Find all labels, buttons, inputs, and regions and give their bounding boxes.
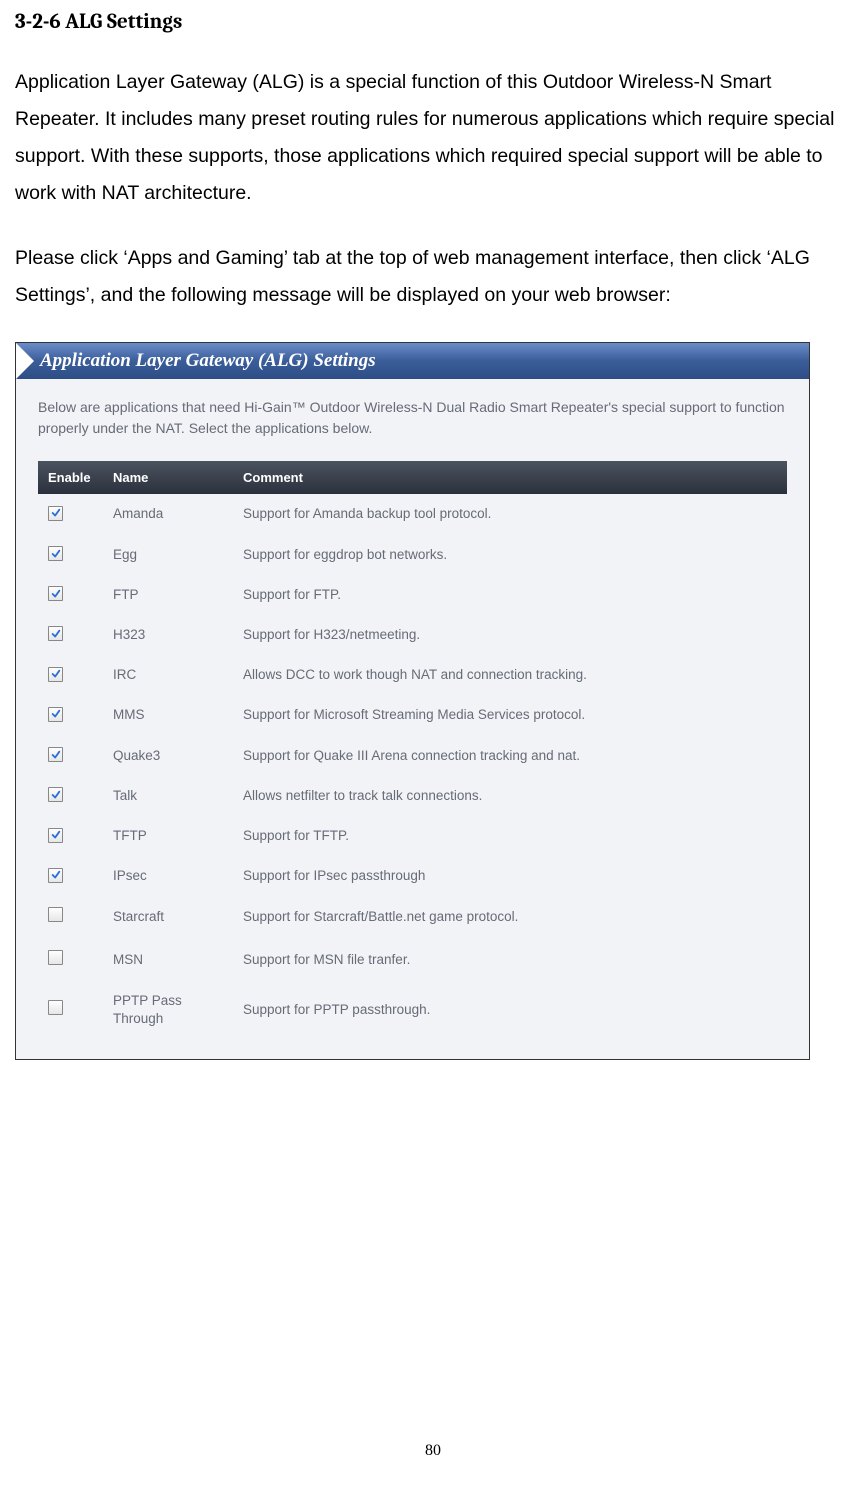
table-row: EggSupport for eggdrop bot networks. xyxy=(38,535,787,575)
cell-name: PPTP Pass Through xyxy=(103,981,233,1039)
table-row: TalkAllows netfilter to track talk conne… xyxy=(38,776,787,816)
table-row: StarcraftSupport for Starcraft/Battle.ne… xyxy=(38,896,787,938)
header-enable: Enable xyxy=(38,461,103,494)
cell-name: TFTP xyxy=(103,816,233,856)
header-name: Name xyxy=(103,461,233,494)
cell-name: IPsec xyxy=(103,856,233,896)
cell-comment: Support for PPTP passthrough. xyxy=(233,981,787,1039)
cell-comment: Support for FTP. xyxy=(233,575,787,615)
enable-checkbox[interactable] xyxy=(48,747,63,762)
cell-enable xyxy=(38,695,103,735)
cell-name: H323 xyxy=(103,615,233,655)
cell-name: FTP xyxy=(103,575,233,615)
table-header-row: Enable Name Comment xyxy=(38,461,787,494)
cell-comment: Support for Starcraft/Battle.net game pr… xyxy=(233,896,787,938)
table-row: IPsecSupport for IPsec passthrough xyxy=(38,856,787,896)
cell-enable xyxy=(38,776,103,816)
table-row: Quake3Support for Quake III Arena connec… xyxy=(38,736,787,776)
cell-name: IRC xyxy=(103,655,233,695)
cell-enable xyxy=(38,856,103,896)
intro-paragraph-1: Application Layer Gateway (ALG) is a spe… xyxy=(15,64,851,212)
cell-name: Starcraft xyxy=(103,896,233,938)
table-row: TFTPSupport for TFTP. xyxy=(38,816,787,856)
enable-checkbox[interactable] xyxy=(48,626,63,641)
enable-checkbox[interactable] xyxy=(48,707,63,722)
panel-banner: Application Layer Gateway (ALG) Settings xyxy=(16,343,809,379)
cell-enable xyxy=(38,981,103,1039)
enable-checkbox[interactable] xyxy=(48,586,63,601)
enable-checkbox[interactable] xyxy=(48,828,63,843)
cell-comment: Support for Quake III Arena connection t… xyxy=(233,736,787,776)
cell-enable xyxy=(38,535,103,575)
cell-comment: Support for H323/netmeeting. xyxy=(233,615,787,655)
enable-checkbox[interactable] xyxy=(48,950,63,965)
cell-enable xyxy=(38,896,103,938)
cell-comment: Support for Amanda backup tool protocol. xyxy=(233,494,787,534)
cell-enable xyxy=(38,615,103,655)
cell-comment: Support for Microsoft Streaming Media Se… xyxy=(233,695,787,735)
panel-description: Below are applications that need Hi-Gain… xyxy=(38,397,787,439)
cell-name: MMS xyxy=(103,695,233,735)
banner-arrow-icon xyxy=(16,343,34,379)
section-heading: 3-2-6 ALG Settings xyxy=(15,10,851,34)
page-number: 80 xyxy=(0,1442,866,1460)
cell-enable xyxy=(38,655,103,695)
cell-name: Amanda xyxy=(103,494,233,534)
cell-comment: Allows DCC to work though NAT and connec… xyxy=(233,655,787,695)
panel-body: Below are applications that need Hi-Gain… xyxy=(16,379,809,1059)
alg-settings-screenshot: Application Layer Gateway (ALG) Settings… xyxy=(15,342,810,1060)
table-row: AmandaSupport for Amanda backup tool pro… xyxy=(38,494,787,534)
alg-table: Enable Name Comment AmandaSupport for Am… xyxy=(38,461,787,1039)
cell-comment: Support for TFTP. xyxy=(233,816,787,856)
cell-name: MSN xyxy=(103,939,233,981)
cell-name: Quake3 xyxy=(103,736,233,776)
cell-enable xyxy=(38,575,103,615)
enable-checkbox[interactable] xyxy=(48,506,63,521)
enable-checkbox[interactable] xyxy=(48,1000,63,1015)
panel-title: Application Layer Gateway (ALG) Settings xyxy=(40,350,376,372)
cell-comment: Support for MSN file tranfer. xyxy=(233,939,787,981)
enable-checkbox[interactable] xyxy=(48,907,63,922)
header-comment: Comment xyxy=(233,461,787,494)
cell-enable xyxy=(38,939,103,981)
table-row: PPTP Pass ThroughSupport for PPTP passth… xyxy=(38,981,787,1039)
enable-checkbox[interactable] xyxy=(48,787,63,802)
intro-paragraph-2: Please click ‘Apps and Gaming’ tab at th… xyxy=(15,240,851,314)
enable-checkbox[interactable] xyxy=(48,667,63,682)
cell-name: Talk xyxy=(103,776,233,816)
cell-comment: Allows netfilter to track talk connectio… xyxy=(233,776,787,816)
cell-enable xyxy=(38,494,103,534)
cell-comment: Support for eggdrop bot networks. xyxy=(233,535,787,575)
cell-enable xyxy=(38,816,103,856)
table-row: FTPSupport for FTP. xyxy=(38,575,787,615)
enable-checkbox[interactable] xyxy=(48,868,63,883)
table-row: MMSSupport for Microsoft Streaming Media… xyxy=(38,695,787,735)
enable-checkbox[interactable] xyxy=(48,546,63,561)
cell-enable xyxy=(38,736,103,776)
table-row: MSNSupport for MSN file tranfer. xyxy=(38,939,787,981)
table-row: IRCAllows DCC to work though NAT and con… xyxy=(38,655,787,695)
cell-name: Egg xyxy=(103,535,233,575)
cell-comment: Support for IPsec passthrough xyxy=(233,856,787,896)
table-row: H323Support for H323/netmeeting. xyxy=(38,615,787,655)
